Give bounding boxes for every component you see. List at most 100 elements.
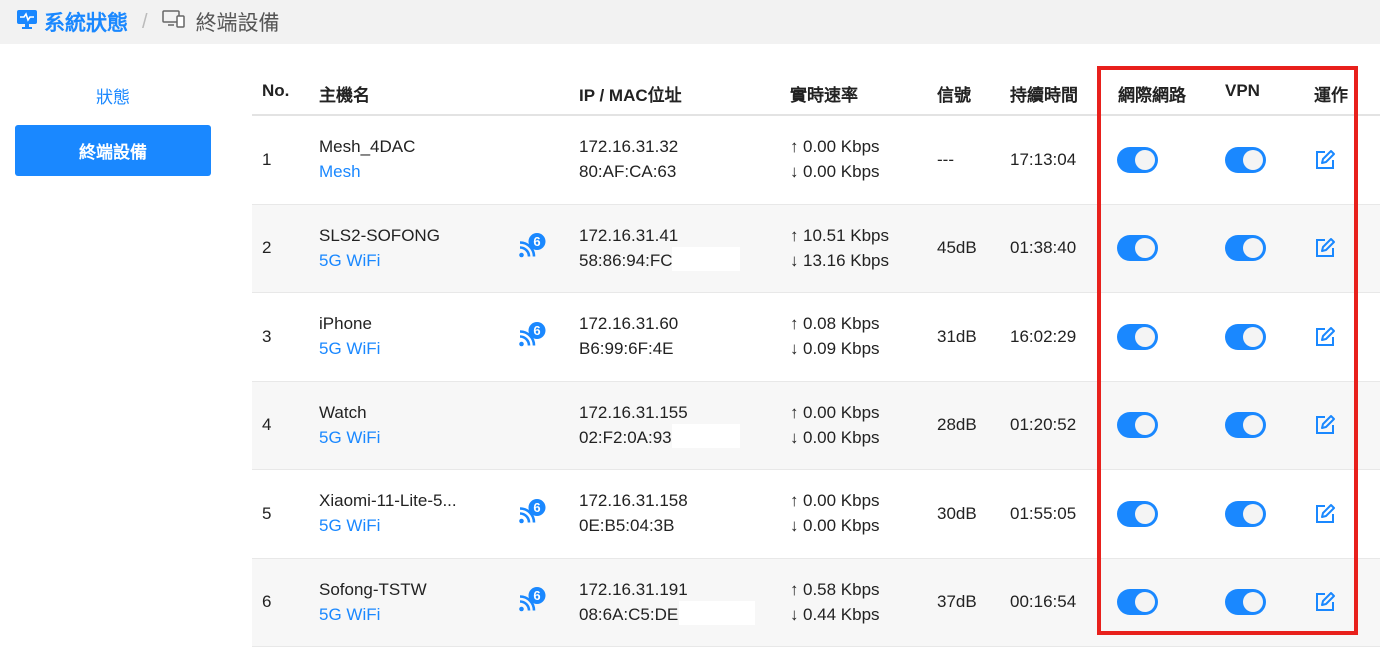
row-hostname: iPhone bbox=[319, 314, 372, 334]
row-number: 5 bbox=[262, 504, 271, 524]
row-ip: 172.16.31.158 bbox=[579, 491, 688, 511]
edit-icon[interactable] bbox=[1313, 325, 1337, 349]
row-ip: 172.16.31.41 bbox=[579, 226, 678, 246]
row-hostname: Mesh_4DAC bbox=[319, 137, 415, 157]
row-hostname: SLS2-SOFONG bbox=[319, 226, 440, 246]
redaction-mask bbox=[679, 601, 755, 625]
header-rate: 實時速率 bbox=[790, 81, 858, 106]
edit-icon[interactable] bbox=[1313, 502, 1337, 526]
row-connection-type: 5G WiFi bbox=[319, 251, 380, 271]
row-upload-rate: ↑10.51 Kbps bbox=[790, 226, 889, 246]
edit-icon[interactable] bbox=[1313, 590, 1337, 614]
row-mac: 58:86:94:FC bbox=[579, 251, 673, 271]
sidebar-item-devices[interactable]: 終端設備 bbox=[15, 125, 211, 176]
table-row: 4Watch5G WiFi172.16.31.15502:F2:0A:93↑0.… bbox=[252, 382, 1380, 471]
row-mac: B6:99:6F:4E bbox=[579, 339, 674, 359]
arrow-up-icon: ↑ bbox=[790, 580, 801, 600]
vpn-toggle[interactable] bbox=[1225, 412, 1266, 438]
arrow-down-icon: ↓ bbox=[790, 428, 801, 448]
wifi6-icon: 6 bbox=[517, 319, 547, 354]
breadcrumb-bar: 系統狀態 / 終端設備 bbox=[0, 0, 1380, 44]
row-ip: 172.16.31.155 bbox=[579, 403, 688, 423]
edit-icon[interactable] bbox=[1313, 148, 1337, 172]
breadcrumb-current-label: 終端設備 bbox=[196, 7, 280, 37]
arrow-up-icon: ↑ bbox=[790, 491, 801, 511]
row-upload-value: 0.58 Kbps bbox=[803, 580, 880, 599]
row-hostname: Sofong-TSTW bbox=[319, 580, 427, 600]
wifi6-icon: 6 bbox=[517, 231, 547, 266]
row-mac: 80:AF:CA:63 bbox=[579, 162, 676, 182]
row-duration: 00:16:54 bbox=[1010, 592, 1076, 612]
edit-icon[interactable] bbox=[1313, 413, 1337, 437]
vpn-toggle[interactable] bbox=[1225, 501, 1266, 527]
arrow-down-icon: ↓ bbox=[790, 251, 801, 271]
row-signal: 31dB bbox=[937, 327, 977, 347]
header-no: No. bbox=[262, 81, 289, 101]
header-duration: 持續時間 bbox=[1010, 81, 1078, 106]
table-row: 5Xiaomi-11-Lite-5...5G WiFi6172.16.31.15… bbox=[252, 470, 1380, 559]
internet-toggle[interactable] bbox=[1117, 412, 1158, 438]
row-ip: 172.16.31.32 bbox=[579, 137, 678, 157]
svg-text:6: 6 bbox=[533, 588, 540, 603]
arrow-up-icon: ↑ bbox=[790, 314, 801, 334]
internet-toggle[interactable] bbox=[1117, 147, 1158, 173]
internet-toggle[interactable] bbox=[1117, 589, 1158, 615]
breadcrumb-home-label: 系統狀態 bbox=[44, 7, 128, 37]
header-ip-mac: IP / MAC位址 bbox=[579, 81, 682, 106]
row-download-value: 0.00 Kbps bbox=[803, 428, 880, 447]
row-download-value: 0.44 Kbps bbox=[803, 605, 880, 624]
row-download-value: 0.00 Kbps bbox=[803, 162, 880, 181]
devices-table: No. 主機名 IP / MAC位址 實時速率 信號 持續時間 網際網路 VPN… bbox=[252, 67, 1380, 647]
redaction-mask bbox=[672, 424, 740, 448]
devices-icon bbox=[162, 9, 196, 35]
monitor-pulse-icon bbox=[16, 8, 44, 36]
sidebar: 狀態 終端設備 bbox=[0, 44, 230, 646]
row-number: 4 bbox=[262, 415, 271, 435]
row-upload-value: 0.00 Kbps bbox=[803, 491, 880, 510]
breadcrumb-separator: / bbox=[142, 11, 148, 34]
arrow-up-icon: ↑ bbox=[790, 226, 801, 246]
row-upload-value: 10.51 Kbps bbox=[803, 226, 889, 245]
svg-text:6: 6 bbox=[533, 234, 540, 249]
arrow-down-icon: ↓ bbox=[790, 162, 801, 182]
row-signal: --- bbox=[937, 150, 954, 170]
row-upload-value: 0.08 Kbps bbox=[803, 314, 880, 333]
breadcrumb-home[interactable]: 系統狀態 bbox=[16, 7, 128, 37]
table-row: 3iPhone5G WiFi6172.16.31.60B6:99:6F:4E↑0… bbox=[252, 293, 1380, 382]
table-row: 6Sofong-TSTW5G WiFi6172.16.31.19108:6A:C… bbox=[252, 559, 1380, 647]
header-internet: 網際網路 bbox=[1118, 81, 1186, 106]
wifi6-icon: 6 bbox=[517, 585, 547, 620]
header-hostname: 主機名 bbox=[319, 81, 370, 106]
row-upload-rate: ↑0.00 Kbps bbox=[790, 403, 880, 423]
row-number: 3 bbox=[262, 327, 271, 347]
row-duration: 01:55:05 bbox=[1010, 504, 1076, 524]
arrow-up-icon: ↑ bbox=[790, 403, 801, 423]
row-ip: 172.16.31.191 bbox=[579, 580, 688, 600]
internet-toggle[interactable] bbox=[1117, 501, 1158, 527]
internet-toggle[interactable] bbox=[1117, 235, 1158, 261]
row-mac: 02:F2:0A:93 bbox=[579, 428, 672, 448]
header-vpn: VPN bbox=[1225, 81, 1260, 101]
row-signal: 28dB bbox=[937, 415, 977, 435]
row-upload-rate: ↑0.00 Kbps bbox=[790, 137, 880, 157]
sidebar-item-status[interactable]: 狀態 bbox=[15, 70, 211, 121]
row-connection-type: 5G WiFi bbox=[319, 605, 380, 625]
vpn-toggle[interactable] bbox=[1225, 589, 1266, 615]
arrow-down-icon: ↓ bbox=[790, 605, 801, 625]
vpn-toggle[interactable] bbox=[1225, 235, 1266, 261]
row-download-rate: ↓13.16 Kbps bbox=[790, 251, 889, 271]
row-upload-rate: ↑0.58 Kbps bbox=[790, 580, 880, 600]
row-upload-rate: ↑0.00 Kbps bbox=[790, 491, 880, 511]
row-number: 1 bbox=[262, 150, 271, 170]
row-signal: 45dB bbox=[937, 238, 977, 258]
row-signal: 37dB bbox=[937, 592, 977, 612]
edit-icon[interactable] bbox=[1313, 236, 1337, 260]
row-duration: 16:02:29 bbox=[1010, 327, 1076, 347]
internet-toggle[interactable] bbox=[1117, 324, 1158, 350]
vpn-toggle[interactable] bbox=[1225, 324, 1266, 350]
row-hostname: Xiaomi-11-Lite-5... bbox=[319, 491, 457, 511]
redaction-mask bbox=[672, 247, 740, 271]
svg-text:6: 6 bbox=[533, 323, 540, 338]
header-signal: 信號 bbox=[937, 81, 971, 106]
vpn-toggle[interactable] bbox=[1225, 147, 1266, 173]
